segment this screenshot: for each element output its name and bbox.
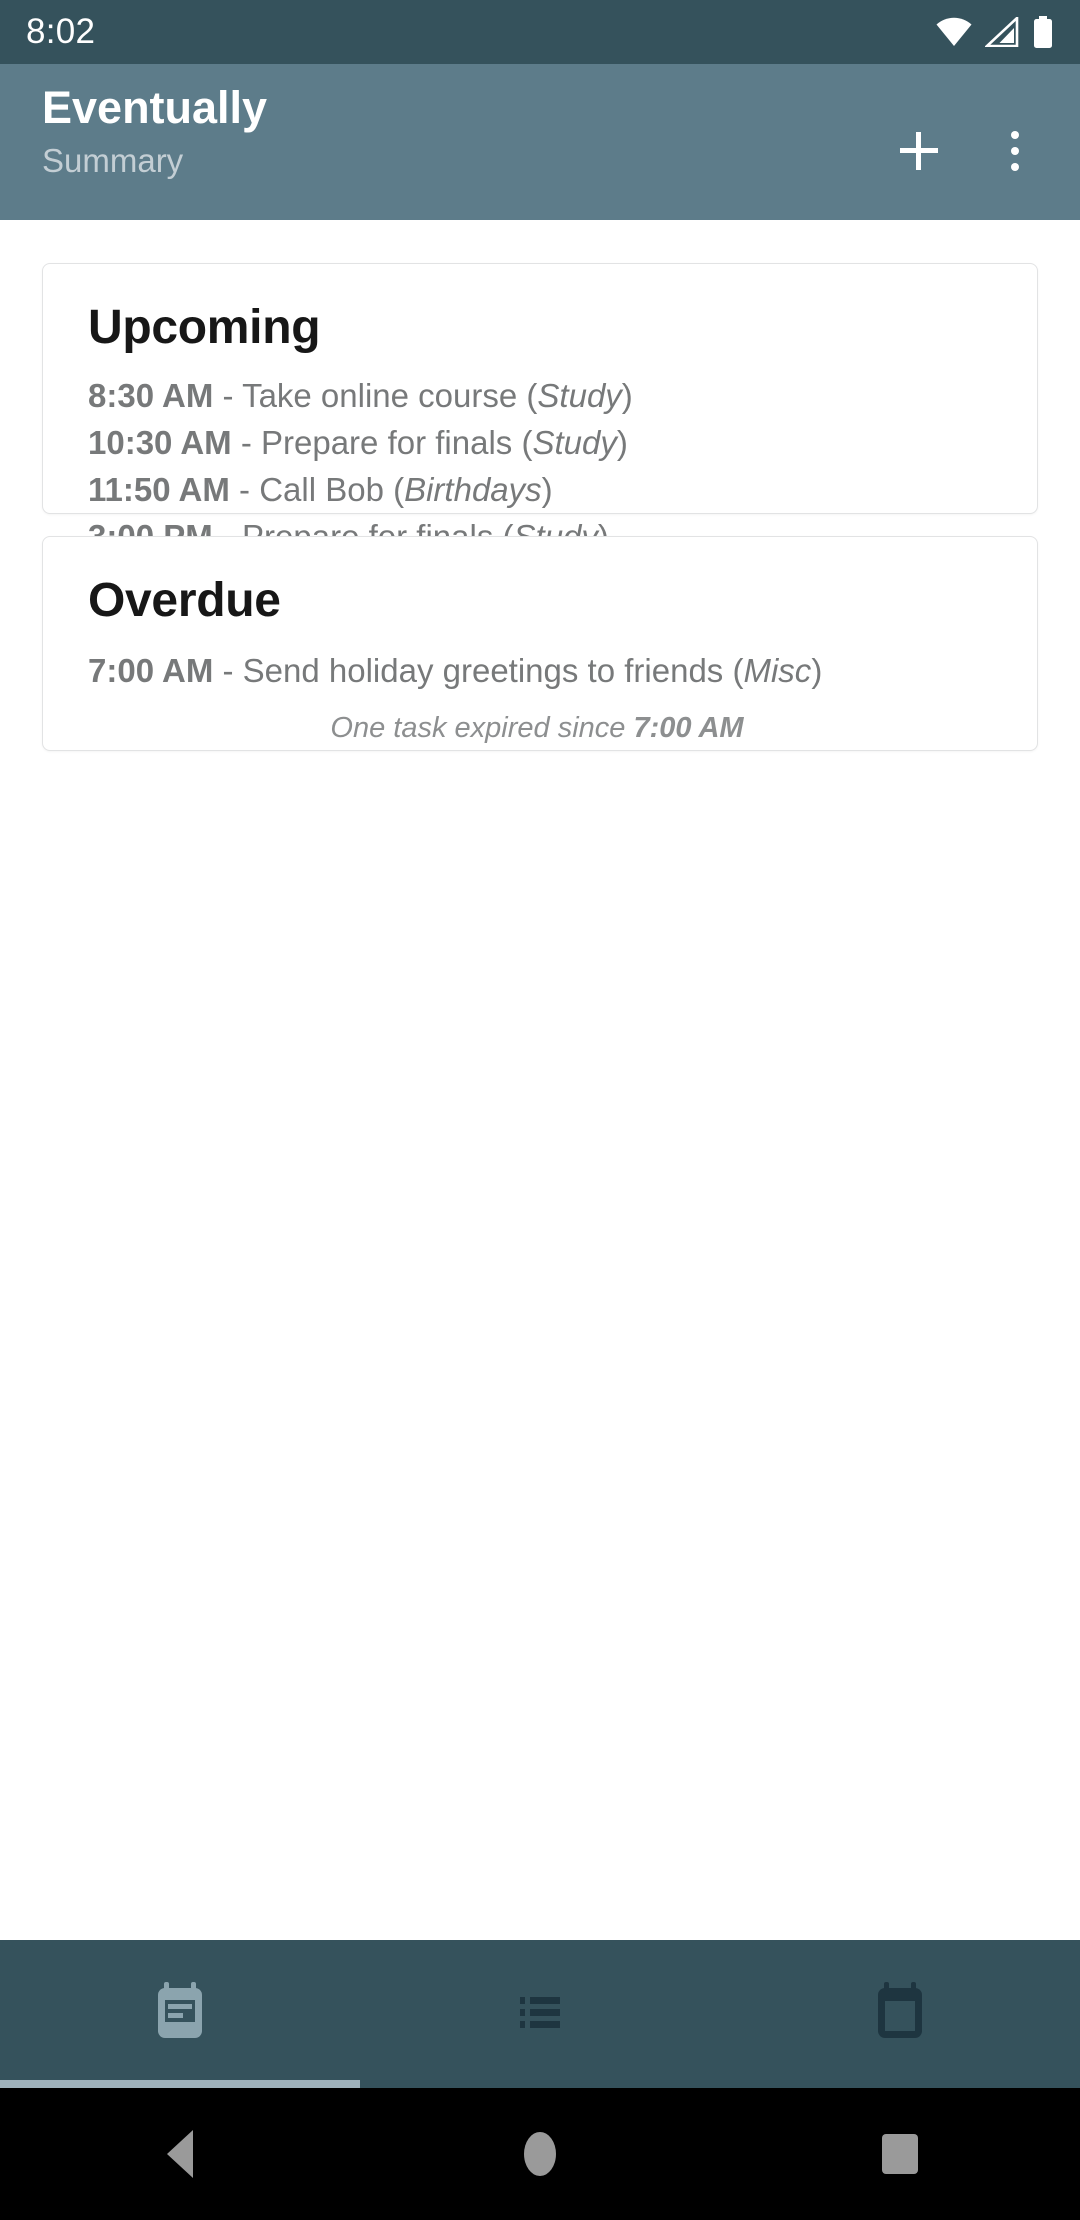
task-category: Study [532,424,616,461]
task-separator: - [232,424,261,461]
overdue-footer-text: One task expired since [330,712,633,744]
task-time: 11:50 AM [88,471,230,508]
task-category-close: ) [617,424,628,461]
task-time: 8:30 AM [88,377,213,414]
task-name: Take online course [242,377,517,414]
task-category: Study [537,377,621,414]
system-home-button[interactable] [470,2088,610,2220]
task-category-close: ) [811,652,822,689]
task-name: Send holiday greetings to friends [243,652,724,689]
task-category: Misc [743,652,811,689]
task-separator: - [213,652,242,689]
more-vertical-icon [1011,131,1019,171]
task-row[interactable]: 10:30 AM - Prepare for finals (Study) [88,420,1037,467]
task-name: Prepare for finals [261,424,512,461]
wifi-icon [936,17,972,47]
status-icon-group [936,16,1054,48]
system-recents-button[interactable] [830,2088,970,2220]
overdue-expired-time: 7:00 AM [633,712,743,744]
task-name: Call Bob [259,471,384,508]
status-bar: 8:02 [0,0,1080,64]
tab-summary[interactable] [0,1940,360,2088]
upcoming-card[interactable]: Upcoming 8:30 AM - Take online course (S… [42,263,1038,514]
home-icon [524,2132,556,2176]
task-time: 10:30 AM [88,424,232,461]
tab-tasks[interactable] [360,1940,720,2088]
back-icon [167,2130,193,2178]
status-clock: 8:02 [26,12,95,52]
task-separator: - [230,471,259,508]
recents-icon [882,2134,918,2174]
tab-calendar[interactable] [720,1940,1080,2088]
tab-active-indicator [0,2080,360,2088]
task-separator: - [213,377,242,414]
add-task-button[interactable] [876,108,962,194]
phone-screen: 8:02 Eventually Summary [0,0,1080,2220]
task-category-open: ( [384,471,404,508]
app-bar-actions [876,64,1080,194]
calendar-icon [872,1980,928,2040]
task-category-open: ( [517,377,537,414]
page-subtitle: Summary [42,140,267,183]
task-category: Birthdays [404,471,542,508]
list-icon [512,1980,568,2040]
overdue-task-list: 7:00 AM - Send holiday greetings to frie… [43,628,1037,695]
battery-icon [1032,16,1054,48]
overflow-menu-button[interactable] [972,108,1058,194]
task-row[interactable]: 7:00 AM - Send holiday greetings to frie… [88,648,1037,695]
app-bar-title-group: Eventually Summary [0,64,267,183]
system-navigation-bar [0,2088,1080,2220]
task-category-close: ) [542,471,553,508]
system-back-button[interactable] [110,2088,250,2220]
plus-icon [900,132,938,170]
upcoming-task-list: 8:30 AM - Take online course (Study) 10:… [43,355,1037,561]
task-category-close: ) [622,377,633,414]
upcoming-card-title: Upcoming [43,264,1037,355]
content-area: Upcoming 8:30 AM - Take online course (S… [0,220,1080,1940]
overdue-card[interactable]: Overdue 7:00 AM - Send holiday greetings… [42,536,1038,751]
cellular-signal-icon [985,17,1019,47]
bottom-tab-bar [0,1940,1080,2088]
task-category-open: ( [723,652,743,689]
task-time: 7:00 AM [88,652,213,689]
task-category-open: ( [512,424,532,461]
overdue-card-footer: One task expired since 7:00 AM [43,695,1037,745]
overdue-card-title: Overdue [43,537,1037,628]
page-title: Eventually [42,82,267,134]
app-bar: Eventually Summary [0,64,1080,220]
task-row[interactable]: 8:30 AM - Take online course (Study) [88,373,1037,420]
event-note-icon [152,1980,208,2040]
task-row[interactable]: 11:50 AM - Call Bob (Birthdays) [88,467,1037,514]
